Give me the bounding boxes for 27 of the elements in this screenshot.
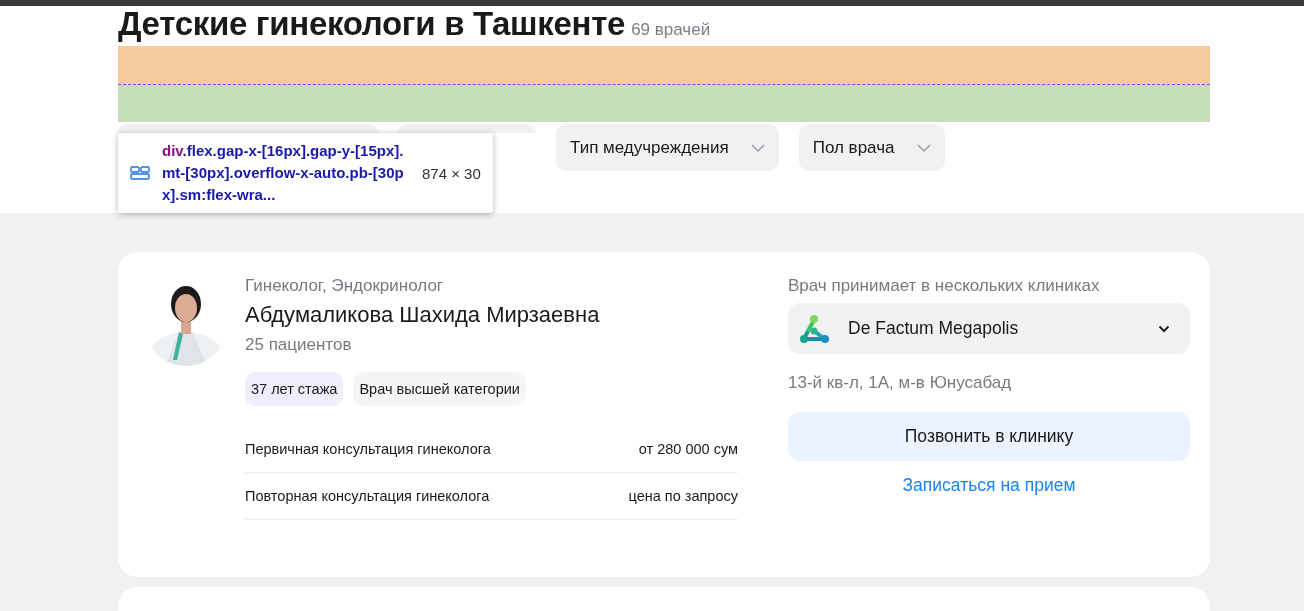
filter-dropdown[interactable] (398, 124, 536, 133)
element-selector: div.flex.gap-x-[16px].gap-y-[15px].mt-[30px].overflow-x-auto.pb-[30px].sm:flex-wra... (162, 141, 405, 205)
filter-dropdown[interactable]: Пол врача (798, 124, 945, 171)
page-title: Детские гинекологи в Ташкенте (118, 6, 626, 42)
layout-icon (130, 166, 150, 180)
service-name: Повторная консультация гинеколога (245, 487, 490, 506)
element-size: 874 × 30 (422, 164, 481, 182)
service-price: от 280 000 сум (638, 440, 738, 459)
filter-dropdown[interactable]: Тип медучреждения (556, 124, 779, 171)
service-name: Первичная консультация гинеколога (245, 440, 491, 459)
clinic-dropdown[interactable]: De Factum Megapolis (788, 303, 1190, 354)
call-clinic-button[interactable]: Позвонить в клинику (788, 412, 1190, 461)
doctor-name[interactable]: Абдумаликова Шахида Мирзаевна (245, 302, 738, 328)
chevron-icon (1158, 324, 1170, 333)
chevron-icon (750, 143, 765, 152)
doctor-specialties: Гинеколог, Эндокринолог (245, 276, 445, 296)
doctor-tag: Врач высшей категории (353, 372, 526, 406)
service-price: цена по запросу (628, 487, 738, 506)
patient-count: 25 пациентов (245, 335, 353, 355)
clinic-address: 13-й кв-л, 1А, м-в Юнусабад (788, 373, 1013, 393)
clinic-logo-icon (798, 313, 832, 344)
chevron-icon (916, 143, 931, 152)
doctor-tag: 37 лет стажа (245, 372, 344, 406)
doctor-count: 69 врачей (631, 20, 711, 40)
filter-dropdown[interactable] (118, 124, 378, 133)
clinics-label: Врач принимает в нескольких клиниках (788, 276, 1101, 296)
book-appointment-link[interactable]: Записаться на прием (902, 475, 1076, 496)
